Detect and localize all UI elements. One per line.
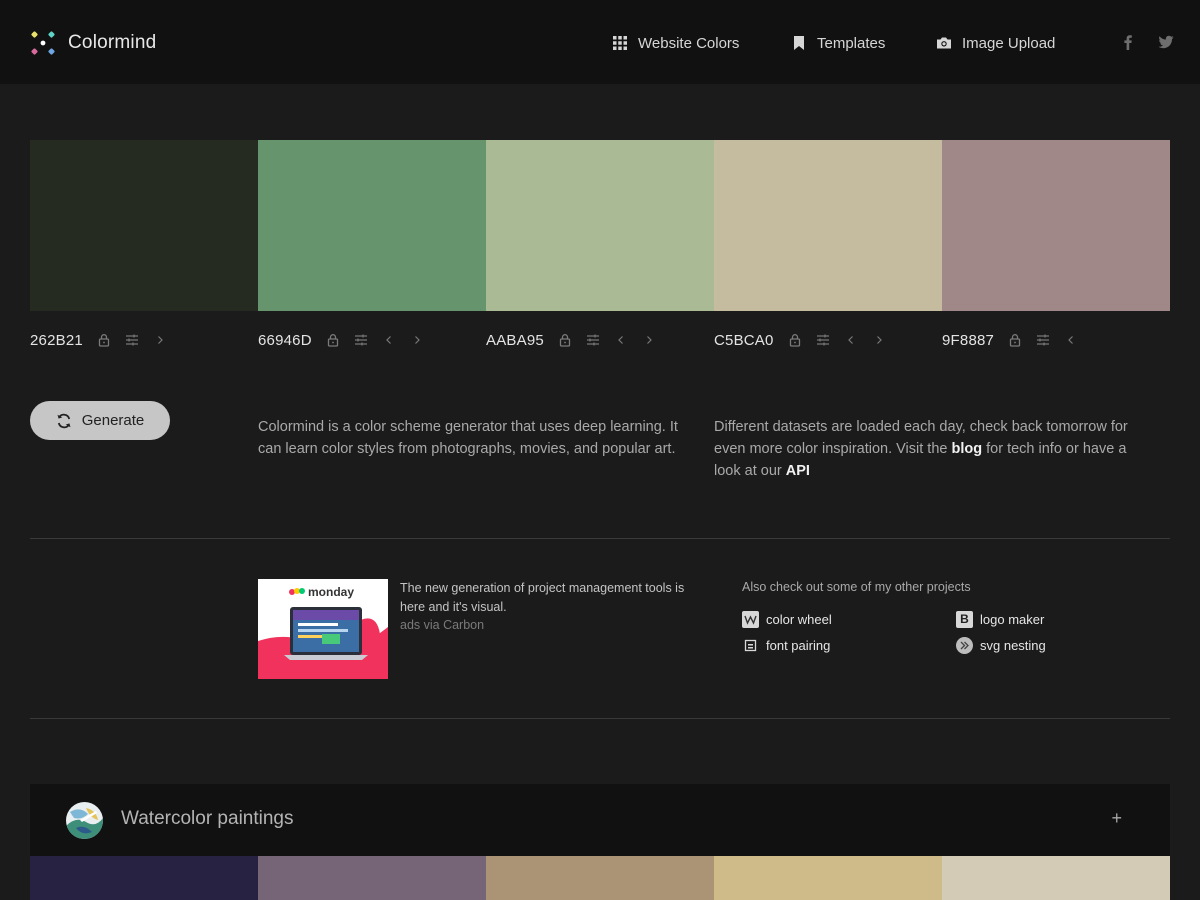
intro-description: Colormind is a color scheme generator th… <box>258 419 678 457</box>
chevron-left-icon[interactable] <box>382 333 396 347</box>
swatch-controls-1: 262B21 <box>30 330 181 350</box>
bookmark-icon <box>794 36 804 50</box>
twitter-icon[interactable] <box>1158 34 1174 50</box>
svg-nesting-icon <box>956 636 973 654</box>
hex-value[interactable]: 66946D <box>258 332 312 349</box>
projects-heading: Also check out some of my other projects <box>742 580 971 594</box>
color-swatch-1[interactable] <box>30 140 258 311</box>
nav-image-upload-label: Image Upload <box>962 34 1056 52</box>
carbon-ad-image[interactable]: monday <box>258 579 388 679</box>
project-label: font pairing <box>766 637 831 653</box>
blog-link[interactable]: blog <box>952 441 983 457</box>
font-pairing-icon <box>742 637 759 654</box>
chevron-right-icon[interactable] <box>153 333 167 347</box>
datasets-description: Different datasets are loaded each day, … <box>714 416 1134 482</box>
adjust-sliders-icon[interactable] <box>816 333 830 347</box>
expand-plus-icon[interactable]: + <box>1111 808 1122 829</box>
ad-via-carbon[interactable]: ads via Carbon <box>400 618 484 632</box>
swatch-controls-3: AABA95 <box>486 330 670 350</box>
brand-name[interactable]: Colormind <box>68 32 156 54</box>
project-logo-maker[interactable]: B logo maker <box>956 610 1044 628</box>
chevron-right-icon[interactable] <box>410 333 424 347</box>
nav-website-colors-label: Website Colors <box>638 34 740 52</box>
category-title: Watercolor paintings <box>121 808 294 829</box>
chevron-right-icon[interactable] <box>872 333 886 347</box>
hex-value[interactable]: AABA95 <box>486 332 544 349</box>
ad-text[interactable]: The new generation of project management… <box>400 579 690 617</box>
category-avatar <box>66 802 103 839</box>
palette <box>30 140 1170 311</box>
top-header: Colormind Website Colors Templates Image… <box>0 0 1200 84</box>
category-swatch-1 <box>30 856 258 900</box>
adjust-sliders-icon[interactable] <box>586 333 600 347</box>
project-color-wheel[interactable]: color wheel <box>742 610 832 628</box>
nav-image-upload[interactable]: Image Upload <box>936 32 1055 54</box>
project-label: svg nesting <box>980 637 1046 653</box>
lock-icon[interactable] <box>558 333 572 347</box>
lock-icon[interactable] <box>97 333 111 347</box>
colormind-logo-icon[interactable] <box>30 30 56 56</box>
color-swatch-2[interactable] <box>258 140 486 311</box>
color-swatch-5[interactable] <box>942 140 1170 311</box>
swatch-controls-2: 66946D <box>258 330 438 350</box>
category-header-watercolor[interactable]: Watercolor paintings + <box>30 784 1170 856</box>
adjust-sliders-icon[interactable] <box>125 333 139 347</box>
chevron-left-icon[interactable] <box>614 333 628 347</box>
project-font-pairing[interactable]: font pairing <box>742 636 830 654</box>
project-svg-nesting[interactable]: svg nesting <box>956 636 1046 654</box>
logo-maker-icon: B <box>956 610 973 628</box>
nav-website-colors[interactable]: Website Colors <box>612 32 739 54</box>
chevron-right-icon[interactable] <box>642 333 656 347</box>
nav-templates[interactable]: Templates <box>791 32 885 54</box>
divider <box>30 718 1170 719</box>
swatch-controls-5: 9F8887 <box>942 330 1092 350</box>
color-swatch-3[interactable] <box>486 140 714 311</box>
category-swatch-4 <box>714 856 942 900</box>
category-palette[interactable] <box>30 856 1170 900</box>
generate-button-label: Generate <box>81 412 145 429</box>
category-swatch-2 <box>258 856 486 900</box>
camera-icon <box>937 37 951 49</box>
divider <box>30 538 1170 539</box>
chevron-left-icon[interactable] <box>844 333 858 347</box>
hex-value[interactable]: 262B21 <box>30 332 83 349</box>
hex-value[interactable]: C5BCA0 <box>714 332 774 349</box>
refresh-icon <box>57 413 71 428</box>
ad-logo-text: monday <box>308 585 355 599</box>
hex-value[interactable]: 9F8887 <box>942 332 994 349</box>
grid-icon <box>613 36 627 50</box>
lock-icon[interactable] <box>1008 333 1022 347</box>
adjust-sliders-icon[interactable] <box>1036 333 1050 347</box>
project-label: color wheel <box>766 611 832 627</box>
category-swatch-3 <box>486 856 714 900</box>
project-label: logo maker <box>980 611 1045 627</box>
api-link[interactable]: API <box>786 463 810 479</box>
facebook-icon[interactable] <box>1120 34 1136 50</box>
generate-button[interactable]: Generate <box>30 401 170 440</box>
adjust-sliders-icon[interactable] <box>354 333 368 347</box>
category-swatch-5 <box>942 856 1170 900</box>
color-wheel-icon <box>742 610 759 628</box>
lock-icon[interactable] <box>326 333 340 347</box>
chevron-left-icon[interactable] <box>1064 333 1078 347</box>
swatch-controls-4: C5BCA0 <box>714 330 900 350</box>
nav-templates-label: Templates <box>817 34 886 52</box>
lock-icon[interactable] <box>788 333 802 347</box>
color-swatch-4[interactable] <box>714 140 942 311</box>
